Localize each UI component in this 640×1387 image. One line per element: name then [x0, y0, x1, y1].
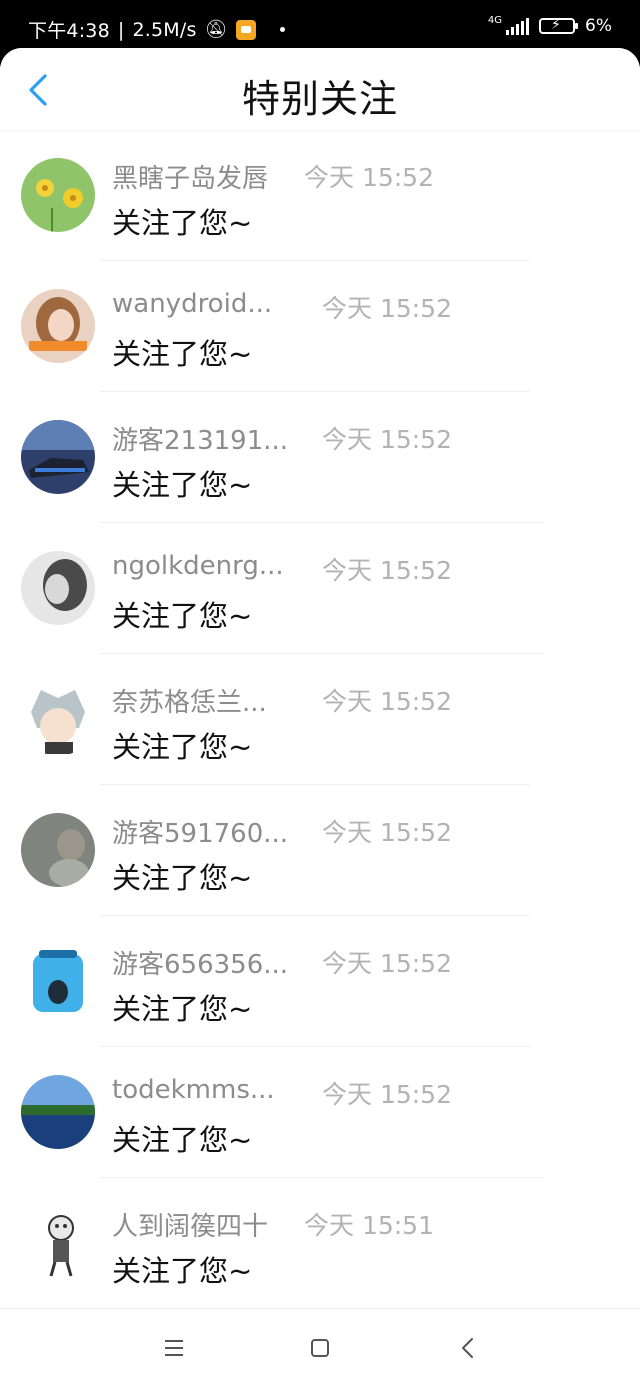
list-item[interactable]: 游客213191... 今天 15:52 关注了您~	[0, 392, 640, 523]
message: 关注了您~	[112, 206, 253, 240]
header: 特别关注	[0, 48, 640, 130]
battery-icon: ⚡︎	[539, 17, 579, 34]
message: 关注了您~	[112, 468, 253, 502]
timestamp: 今天 15:52	[322, 556, 452, 585]
user-name: 奈苏格恁兰...	[112, 688, 267, 718]
list-item[interactable]: ngolkdenrg... 今天 15:52 关注了您~	[0, 523, 640, 654]
status-separator: |	[117, 18, 125, 41]
timestamp: 今天 15:52	[322, 949, 452, 978]
list-item[interactable]: 奈苏格恁兰... 今天 15:52 关注了您~	[0, 654, 640, 785]
user-name: 游客656356...	[112, 950, 289, 980]
menu-button[interactable]	[159, 1333, 189, 1363]
avatar[interactable]	[21, 944, 95, 1018]
list-item[interactable]: todekmms... 今天 15:52 关注了您~	[0, 1047, 640, 1178]
user-name: 黑瞎子岛发唇	[112, 164, 269, 194]
avatar[interactable]	[21, 813, 95, 887]
list-item[interactable]: 黑瞎子岛发唇 今天 15:52 关注了您~	[0, 130, 640, 261]
network-type: 4G	[487, 14, 503, 26]
status-speed: 2.5M/s	[132, 18, 197, 41]
timestamp: 今天 15:52	[322, 425, 452, 454]
message: 关注了您~	[112, 599, 253, 633]
status-right: 4G ⚡︎ 6%	[487, 14, 612, 37]
list-item[interactable]: 游客591760... 今天 15:52 关注了您~	[0, 785, 640, 916]
timestamp: 今天 15:52	[322, 687, 452, 716]
home-square-icon	[311, 1339, 329, 1357]
message: 关注了您~	[112, 1123, 253, 1157]
follower-list: 黑瞎子岛发唇 今天 15:52 关注了您~ wanydroid... 今天 15…	[0, 130, 640, 1309]
message: 关注了您~	[112, 992, 253, 1026]
message: 关注了您~	[112, 1254, 253, 1288]
system-nav-bar	[0, 1308, 640, 1387]
timestamp: 今天 15:52	[304, 163, 434, 192]
menu-icon	[165, 1340, 183, 1356]
status-left: 下午4:38 | 2.5M/s 🔕︎	[28, 16, 285, 43]
status-bar: 下午4:38 | 2.5M/s 🔕︎ 4G ⚡︎ 6%	[0, 0, 640, 50]
list-item[interactable]: 游客656356... 今天 15:52 关注了您~	[0, 916, 640, 1047]
page-title: 特别关注	[241, 77, 398, 121]
notification-dot-icon	[279, 27, 285, 32]
list-item[interactable]: 人到阔篌四十 今天 15:51 关注了您~	[0, 1178, 640, 1309]
message: 关注了您~	[112, 861, 253, 895]
user-name: 人到阔篌四十	[112, 1212, 269, 1242]
user-name: ngolkdenrg...	[112, 551, 284, 581]
app-window: 特别关注 黑瞎子岛发唇 今天 15:52 关注了您~ wanydroid... …	[0, 48, 640, 1387]
user-name: 游客591760...	[112, 819, 289, 849]
user-name: wanydroid...	[112, 289, 273, 319]
battery-level: 6%	[585, 16, 612, 36]
avatar[interactable]	[21, 289, 95, 363]
timestamp: 今天 15:52	[322, 818, 452, 847]
avatar[interactable]	[21, 420, 95, 494]
avatar[interactable]	[21, 682, 95, 756]
back-arrow-icon	[462, 1338, 473, 1358]
timestamp: 今天 15:52	[322, 1080, 452, 1109]
avatar[interactable]	[21, 551, 95, 625]
message-notification-icon	[235, 19, 256, 40]
bell-off-icon: 🔕︎	[204, 19, 228, 40]
message: 关注了您~	[112, 337, 253, 371]
avatar[interactable]	[21, 158, 95, 232]
list-item[interactable]: wanydroid... 今天 15:52 关注了您~	[0, 261, 640, 392]
timestamp: 今天 15:52	[322, 294, 452, 323]
timestamp: 今天 15:51	[304, 1211, 434, 1240]
home-button[interactable]	[305, 1333, 335, 1363]
message: 关注了您~	[112, 730, 253, 764]
avatar[interactable]	[21, 1075, 95, 1149]
status-time: 下午4:38	[28, 20, 110, 42]
user-name: todekmms...	[112, 1075, 275, 1105]
system-back-button[interactable]	[453, 1333, 483, 1363]
avatar[interactable]	[21, 1206, 95, 1280]
signal-icon	[506, 17, 530, 35]
user-name: 游客213191...	[112, 426, 289, 456]
